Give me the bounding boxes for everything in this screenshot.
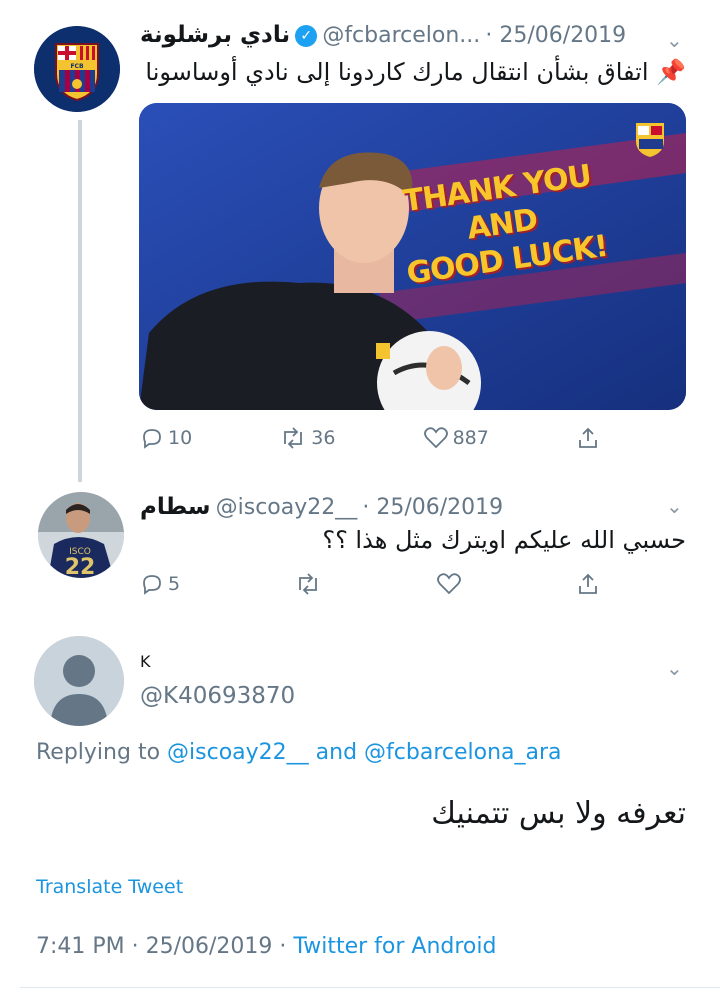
reply-mention-link[interactable]: @iscoay22__ bbox=[167, 740, 309, 765]
k-avatar-default-icon[interactable] bbox=[34, 636, 124, 726]
reply-count: 10 bbox=[168, 427, 193, 449]
svg-text:22: 22 bbox=[65, 555, 96, 578]
like-button[interactable]: 887 bbox=[423, 426, 489, 450]
share-icon bbox=[579, 573, 597, 594]
tweet2-author-name[interactable]: سطام bbox=[140, 494, 211, 520]
chevron-down-icon[interactable]: ⌄ bbox=[666, 494, 683, 518]
like-count: 887 bbox=[452, 427, 489, 449]
reply-count: 5 bbox=[168, 573, 181, 595]
retweet-icon bbox=[299, 573, 317, 595]
share-button[interactable] bbox=[576, 426, 600, 450]
tweet1-handle[interactable]: @fcbarcelon... bbox=[322, 23, 480, 48]
satam-avatar[interactable]: ISCO 22 bbox=[38, 492, 124, 578]
svg-text:FCB: FCB bbox=[70, 63, 84, 70]
thread-connector-line bbox=[78, 120, 82, 482]
tweet2-text: حسبي الله عليكم اويترك مثل هذا ؟؟ bbox=[322, 526, 686, 554]
tweet2-header: سطام @iscoay22__ · 25/06/2019 bbox=[140, 494, 503, 520]
tweet2-handle[interactable]: @iscoay22__ bbox=[216, 495, 358, 520]
tweet3-timestamp[interactable]: 7:41 PM · 25/06/2019 · bbox=[36, 934, 286, 959]
tweet1-date[interactable]: · 25/06/2019 bbox=[485, 23, 626, 48]
reply-icon bbox=[143, 429, 161, 449]
reply-button[interactable]: 10 bbox=[140, 426, 192, 450]
heart-icon bbox=[437, 573, 461, 595]
tweet3-source[interactable]: Twitter for Android bbox=[293, 934, 496, 959]
tweet3-author-name[interactable]: K bbox=[140, 652, 151, 671]
like-button[interactable] bbox=[436, 572, 462, 596]
translate-tweet-link[interactable]: Translate Tweet bbox=[36, 876, 183, 898]
replying-to-line: Replying to @iscoay22__ and @fcbarcelona… bbox=[36, 740, 562, 765]
reply-and-link[interactable]: and bbox=[316, 740, 357, 765]
chevron-down-icon[interactable]: ⌄ bbox=[666, 28, 683, 52]
tweet1-image[interactable]: THANK YOU AND GOOD LUCK! bbox=[139, 103, 686, 410]
tweet3-meta: 7:41 PM · 25/06/2019 · Twitter for Andro… bbox=[36, 934, 496, 959]
tweet3-handle[interactable]: @K40693870 bbox=[140, 683, 295, 709]
share-icon bbox=[579, 427, 597, 448]
reply-icon bbox=[143, 575, 161, 595]
tweet1-text: 📌 اتفاق بشأن انتقال مارك كاردونا إلى ناد… bbox=[145, 58, 686, 86]
reply-button[interactable]: 5 bbox=[140, 572, 180, 596]
fcb-avatar[interactable]: FCB bbox=[34, 26, 120, 112]
retweet-button[interactable] bbox=[294, 572, 322, 596]
replying-to-label: Replying to bbox=[36, 740, 161, 765]
tweet1-header: نادي برشلونة ✓ @fcbarcelon... · 25/06/20… bbox=[140, 22, 626, 48]
reply-mention-link[interactable]: @fcbarcelona_ara bbox=[364, 740, 561, 765]
heart-icon bbox=[423, 427, 448, 449]
retweet-count: 36 bbox=[311, 427, 336, 449]
divider bbox=[20, 987, 720, 988]
tweet2-actions: 5 bbox=[140, 572, 600, 596]
retweet-icon bbox=[284, 427, 303, 449]
tweet1-actions: 10 36 887 bbox=[140, 426, 600, 450]
share-button[interactable] bbox=[576, 572, 600, 596]
tweet3-text: تعرفه ولا بس تتمنيك bbox=[431, 796, 686, 831]
tweet2-date[interactable]: · 25/06/2019 bbox=[362, 495, 503, 520]
retweet-button[interactable]: 36 bbox=[279, 426, 335, 450]
tweet1-author-name[interactable]: نادي برشلونة bbox=[140, 22, 290, 48]
verified-badge-icon: ✓ bbox=[295, 25, 318, 47]
chevron-down-icon[interactable]: ⌄ bbox=[666, 656, 683, 680]
